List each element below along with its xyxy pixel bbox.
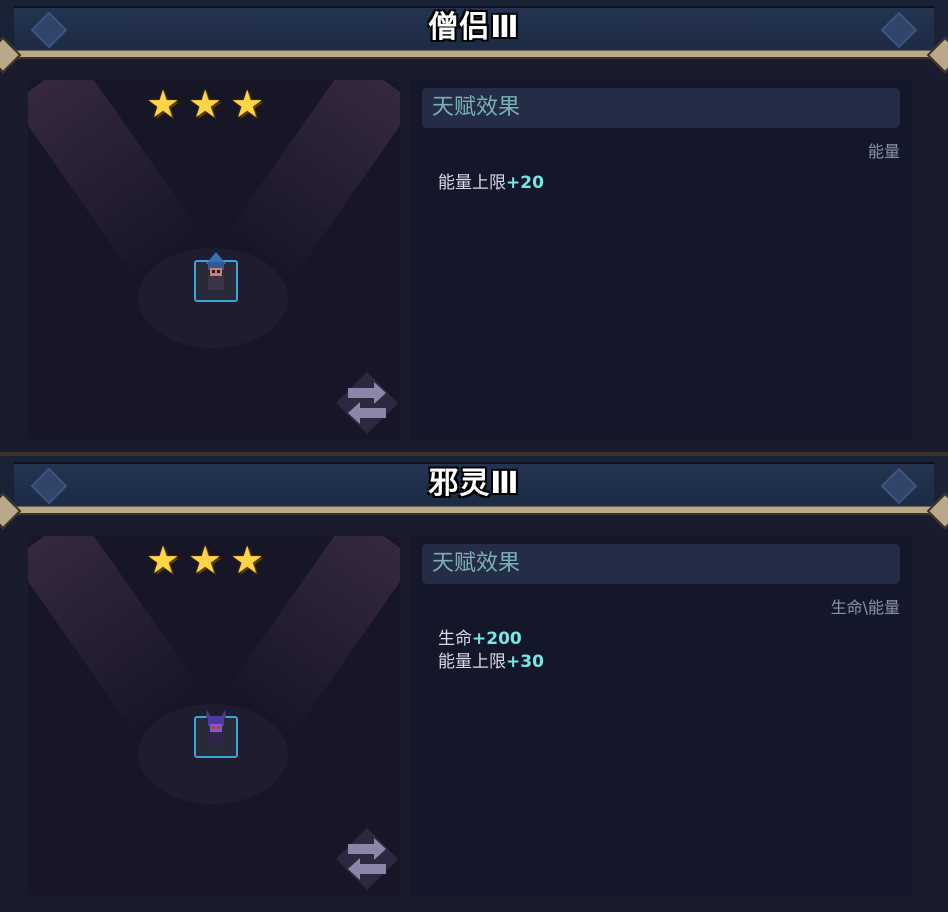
talent-category: 能量 (867, 142, 900, 161)
talent-header: 天赋效果 (422, 88, 900, 128)
talent-info-panel: 天赋效果 生命\能量 生命+200 能量上限+30 (410, 536, 912, 896)
effect-line: 能量上限+20 (438, 172, 544, 195)
talent-header: 天赋效果 (422, 544, 900, 584)
star-icon: ★ (146, 538, 181, 582)
effect-label: 生命 (438, 629, 472, 649)
hero-card-2: 邪灵Ⅲ ★ ★ ★ 天赋效果 生命\能量 生命+200 能量上限+30 (0, 456, 948, 912)
evil-spirit-avatar-icon (206, 710, 226, 746)
star-icon: ★ (188, 82, 223, 126)
effect-line: 能量上限+30 (438, 651, 544, 674)
banner-trim (0, 506, 948, 515)
hero-card-1: 僧侣Ⅲ ★ ★ ★ 天赋效果 能量 能量上限+20 (0, 0, 948, 456)
effect-label: 能量上限 (438, 652, 506, 672)
hero-title-banner: 邪灵Ⅲ (0, 456, 948, 530)
talent-header-label: 天赋效果 (432, 95, 521, 120)
star-icon: ★ (146, 82, 181, 126)
effect-bonus: +200 (472, 629, 522, 649)
talent-category: 生命\能量 (830, 598, 900, 617)
talent-info-panel: 天赋效果 能量 能量上限+20 (410, 80, 912, 440)
star-rating: ★ ★ ★ (146, 538, 264, 582)
effect-bonus: +20 (506, 173, 544, 193)
hero-title: 邪灵Ⅲ (428, 466, 520, 501)
star-icon: ★ (188, 538, 223, 582)
talent-header-label: 天赋效果 (432, 551, 521, 576)
banner-trim (0, 50, 948, 59)
star-icon: ★ (230, 82, 265, 126)
swap-icon[interactable] (334, 826, 400, 892)
effect-line: 生命+200 (438, 628, 544, 651)
star-rating: ★ ★ ★ (146, 82, 264, 126)
effect-bonus: +30 (506, 652, 544, 672)
swap-icon[interactable] (334, 370, 400, 436)
hero-avatar-frame[interactable] (194, 252, 238, 302)
hero-avatar-frame[interactable] (194, 710, 238, 758)
effect-label: 能量上限 (438, 173, 506, 193)
monk-avatar-icon (206, 252, 226, 290)
talent-effects: 能量上限+20 (438, 172, 544, 195)
hero-portrait-panel: ★ ★ ★ (28, 80, 400, 440)
hero-title: 僧侣Ⅲ (428, 10, 520, 45)
star-icon: ★ (230, 538, 265, 582)
hero-portrait-panel: ★ ★ ★ (28, 536, 400, 896)
hero-title-banner: 僧侣Ⅲ (0, 0, 948, 74)
talent-effects: 生命+200 能量上限+30 (438, 628, 544, 674)
